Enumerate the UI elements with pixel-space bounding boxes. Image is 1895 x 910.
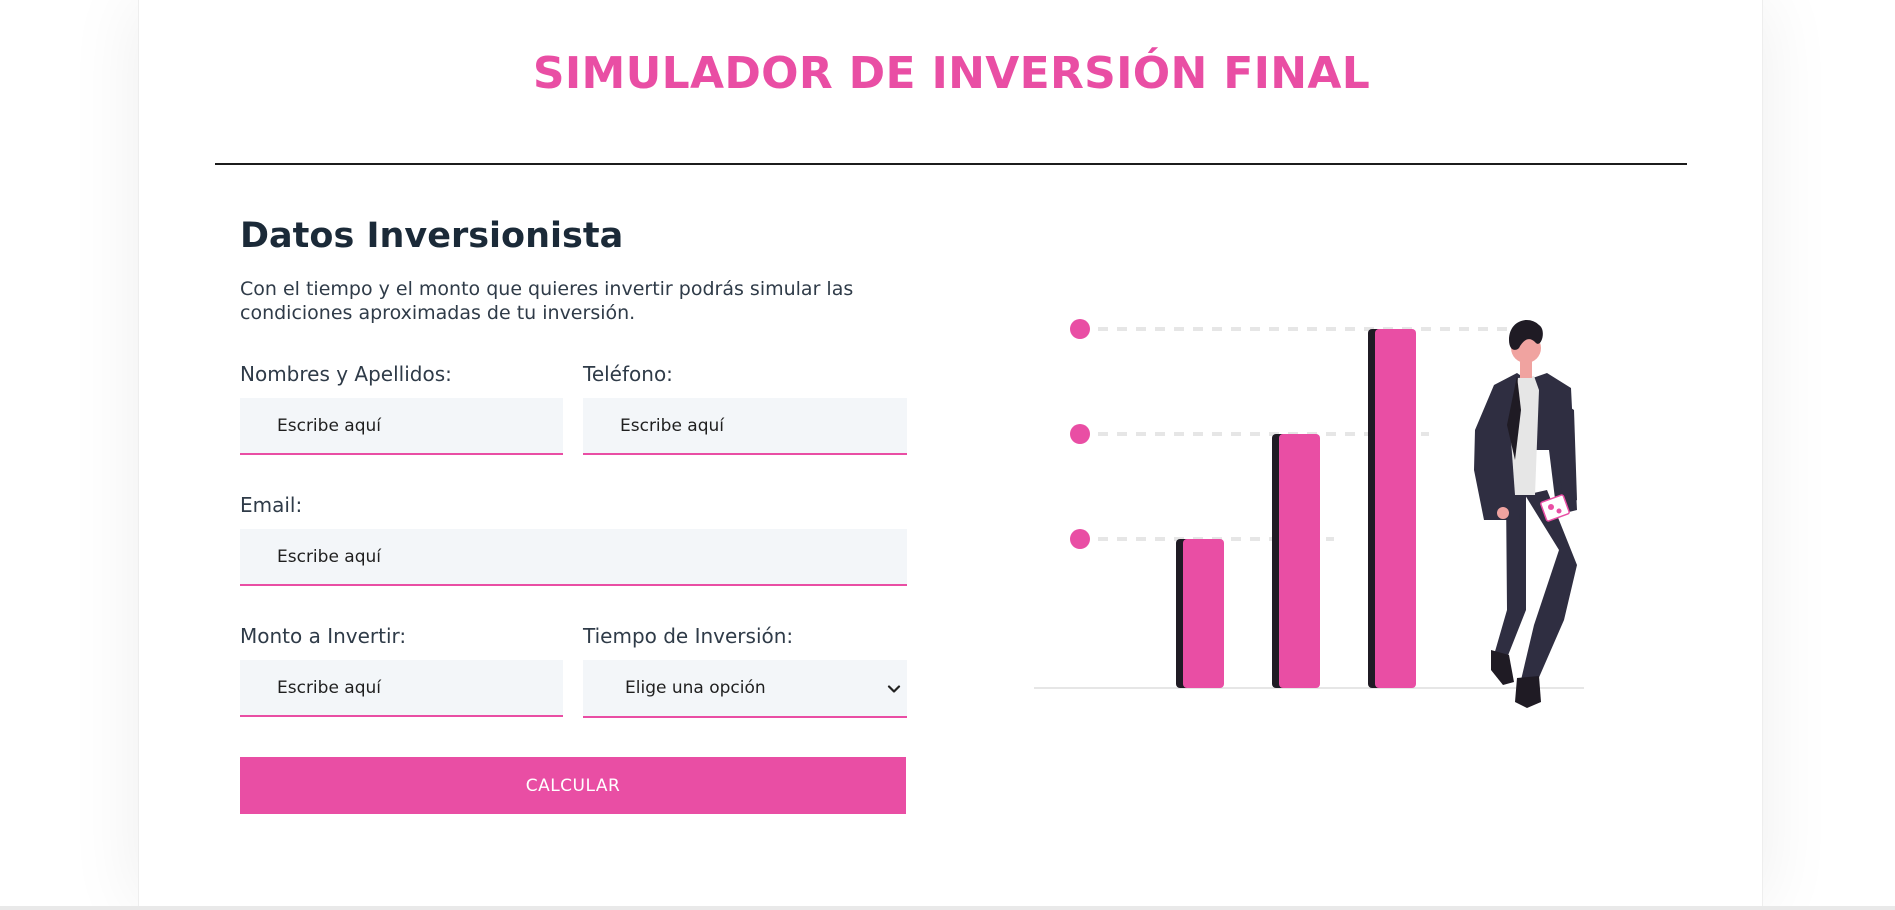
investor-bar-chart-illustration [1034,319,1584,708]
title-divider [215,163,1687,165]
tiempo-label: Tiempo de Inversión: [583,624,794,648]
bar-2 [1272,434,1320,688]
section-title: Datos Inversionista [240,216,624,256]
page-bottom-border [0,906,1895,910]
person-figure [1474,320,1577,708]
main-card: SIMULADOR DE INVERSIÓN FINAL Datos Inver… [138,0,1763,906]
chevron-down-icon [887,685,901,693]
tiempo-select[interactable]: Elige una opción [583,660,907,718]
guide-dot-high [1070,319,1090,339]
nombres-input[interactable] [240,398,563,455]
monto-label: Monto a Invertir: [240,624,407,648]
email-input[interactable] [240,529,907,586]
telefono-label: Teléfono: [583,362,673,386]
bar-3 [1368,329,1416,688]
page-title: SIMULADOR DE INVERSIÓN FINAL [532,48,1371,99]
guide-dot-mid [1070,424,1090,444]
guide-dot-low [1070,529,1090,549]
tiempo-select-value: Elige una opción [625,678,766,698]
nombres-label: Nombres y Apellidos: [240,362,452,386]
bar-1 [1176,539,1224,688]
section-description: Con el tiempo y el monto que quieres inv… [240,278,854,324]
calcular-button[interactable]: CALCULAR [240,757,906,814]
email-label: Email: [240,493,303,517]
monto-input[interactable] [240,660,563,717]
telefono-input[interactable] [583,398,907,455]
